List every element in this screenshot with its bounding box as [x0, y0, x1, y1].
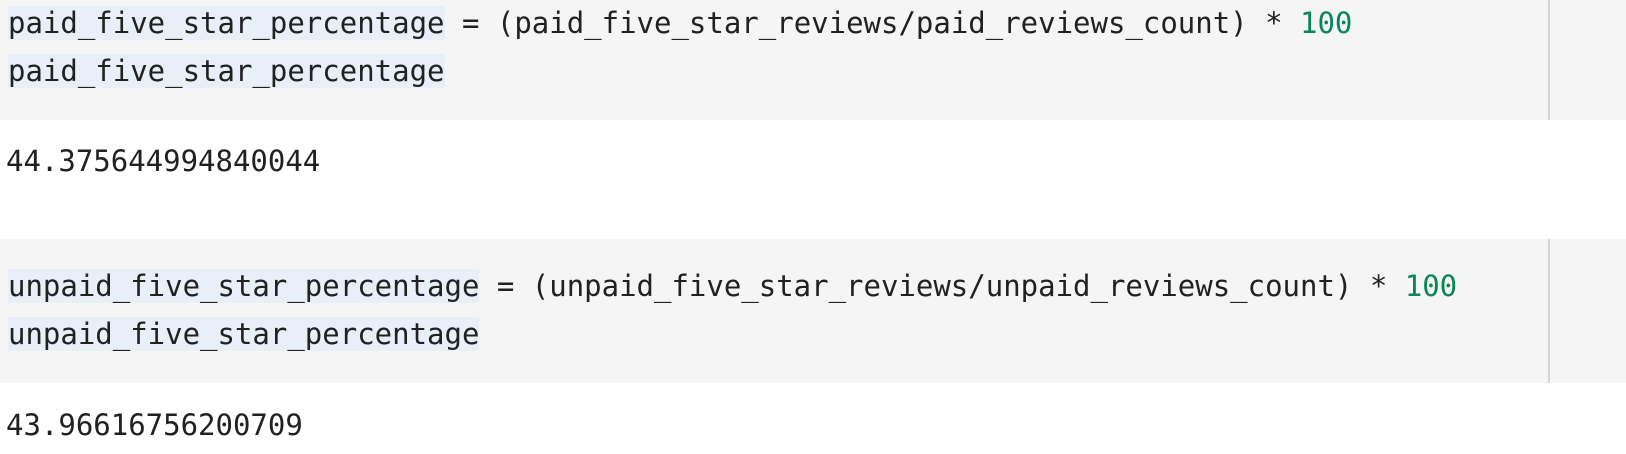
code-line[interactable]: unpaid_five_star_percentage — [8, 311, 480, 357]
cell-output-2: 43.96616756200709 — [6, 408, 303, 442]
variable-token: unpaid_five_star_percentage — [8, 269, 480, 303]
expression-token: = (unpaid_five_star_reviews/unpaid_revie… — [479, 269, 1405, 303]
number-literal: 100 — [1404, 269, 1458, 303]
number-literal: 100 — [1300, 6, 1353, 40]
cell-output-1: 44.375644994840044 — [6, 144, 321, 178]
code-line[interactable]: paid_five_star_percentage — [8, 48, 445, 94]
expression-token: = (paid_five_star_reviews/paid_reviews_c… — [444, 6, 1301, 40]
code-cell-2[interactable]: unpaid_five_star_percentage = (unpaid_fi… — [0, 239, 1626, 383]
variable-token: paid_five_star_percentage — [8, 54, 445, 88]
code-cell-1[interactable]: paid_five_star_percentage = (paid_five_s… — [0, 0, 1626, 120]
variable-token: unpaid_five_star_percentage — [8, 317, 480, 351]
line-length-ruler — [1548, 239, 1550, 383]
variable-token: paid_five_star_percentage — [8, 6, 445, 40]
line-length-ruler — [1548, 0, 1550, 120]
code-line[interactable]: unpaid_five_star_percentage = (unpaid_fi… — [8, 263, 1457, 309]
code-line[interactable]: paid_five_star_percentage = (paid_five_s… — [8, 0, 1352, 46]
